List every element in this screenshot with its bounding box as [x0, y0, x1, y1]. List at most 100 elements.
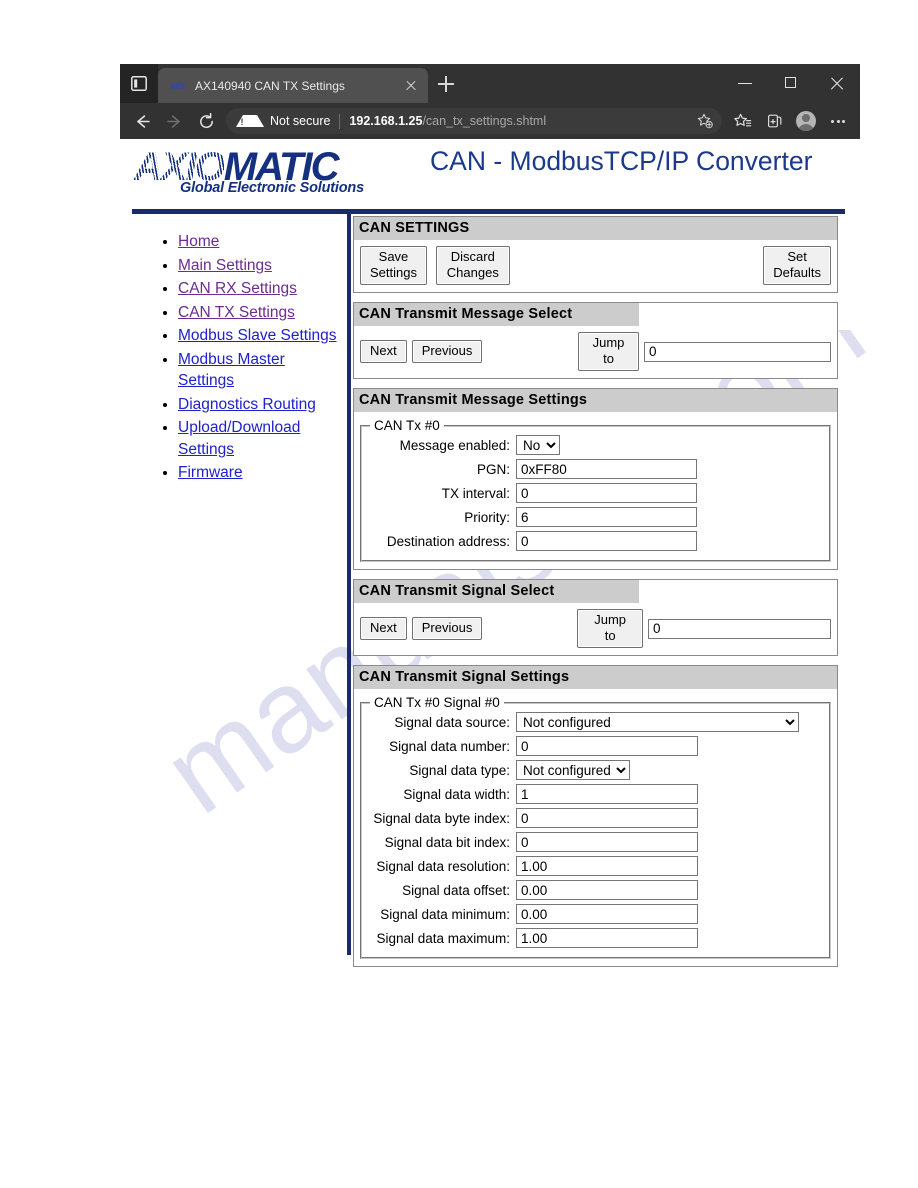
can-settings-body: Save Settings Discard Changes Set Defaul… — [354, 240, 837, 292]
axiomatic-logo: AXIOMATIC Global Electronic Solutions — [132, 147, 422, 199]
sidebar-item-main-settings[interactable]: Main Settings — [178, 257, 272, 274]
sidebar-item-upload-download-settings[interactable]: Upload/Download Settings — [178, 419, 300, 458]
pgn-input[interactable] — [516, 459, 697, 479]
url-text: 192.168.1.25/can_tx_settings.shtml — [349, 114, 694, 128]
list-item: Modbus Master Settings — [178, 349, 340, 392]
signal-data-source-select[interactable]: Not configured — [516, 712, 799, 732]
field-row-priority: Priority: — [370, 507, 821, 527]
message-enabled-select[interactable]: No — [516, 435, 560, 455]
field-row-signal-data-number: Signal data number: — [370, 736, 821, 756]
signal-jump-to-input[interactable] — [648, 618, 831, 639]
signal-jump-to-button[interactable]: Jump to — [577, 609, 643, 648]
message-select-body: Next Previous Jump to — [354, 326, 837, 378]
can-tx-message-settings-title: CAN Transmit Message Settings — [354, 389, 837, 412]
minimize-icon[interactable] — [722, 64, 768, 103]
priority-input[interactable] — [516, 507, 697, 527]
reload-icon[interactable] — [190, 105, 222, 137]
close-window-icon[interactable] — [814, 64, 860, 103]
message-jump-to-input[interactable] — [644, 341, 831, 362]
message-next-button[interactable]: Next — [360, 340, 407, 363]
signal-next-button[interactable]: Next — [360, 617, 407, 640]
avatar — [796, 111, 816, 131]
can-tx-0-signal-0-fieldset: CAN Tx #0 Signal #0 Signal data source: … — [360, 695, 831, 959]
can-tx-message-select-panel: CAN Transmit Message Select Next Previou… — [353, 302, 838, 379]
forward-arrow-icon[interactable] — [158, 105, 190, 137]
can-tx-0-fieldset: CAN Tx #0 Message enabled: No PGN: TX in… — [360, 418, 831, 562]
signal-data-resolution-input[interactable] — [516, 856, 698, 876]
field-row-signal-data-minimum: Signal data minimum: — [370, 904, 821, 924]
can-tx-message-select-title: CAN Transmit Message Select — [354, 303, 639, 326]
field-row-signal-data-bit-index: Signal data bit index: — [370, 832, 821, 852]
profile-avatar-icon[interactable] — [790, 105, 822, 137]
browser-tab[interactable]: AX140940 CAN TX Settings — [158, 68, 428, 103]
sidebar-item-can-tx-settings[interactable]: CAN TX Settings — [178, 304, 295, 321]
can-settings-panel: CAN SETTINGS Save Settings Discard Chang… — [353, 216, 838, 293]
signal-data-width-input[interactable] — [516, 784, 698, 804]
discard-changes-button[interactable]: Discard Changes — [435, 246, 510, 285]
sidebar-nav: Home Main Settings CAN RX Settings CAN T… — [160, 231, 340, 486]
list-item: Diagnostics Routing — [178, 394, 340, 416]
list-item: Upload/Download Settings — [178, 417, 340, 460]
security-status-label: Not secure — [270, 114, 331, 128]
label-signal-data-number: Signal data number: — [389, 738, 510, 754]
set-defaults-button[interactable]: Set Defaults — [763, 246, 831, 285]
list-item: Firmware — [178, 462, 340, 484]
sidebar-item-modbus-slave-settings[interactable]: Modbus Slave Settings — [178, 327, 337, 344]
label-signal-data-type: Signal data type: — [409, 762, 510, 778]
message-previous-button[interactable]: Previous — [411, 340, 483, 363]
sidebar-divider — [347, 211, 351, 955]
list-item: CAN RX Settings — [178, 278, 340, 300]
signal-data-maximum-input[interactable] — [516, 928, 698, 948]
tab-title: AX140940 CAN TX Settings — [195, 78, 345, 93]
more-options-icon[interactable] — [822, 105, 854, 137]
signal-data-number-input[interactable] — [516, 736, 698, 756]
list-item: Home — [178, 231, 340, 253]
tab-sidebar-icon[interactable] — [120, 64, 158, 103]
field-row-signal-data-width: Signal data width: — [370, 784, 821, 804]
field-row-signal-data-type: Signal data type: Not configured — [370, 760, 821, 780]
can-tx-0-signal-0-legend: CAN Tx #0 Signal #0 — [374, 695, 500, 710]
message-jump-to-button[interactable]: Jump to — [578, 332, 639, 371]
url-path: /can_tx_settings.shtml — [422, 114, 547, 128]
destination-address-input[interactable] — [516, 531, 697, 551]
address-bar[interactable]: Not secure 192.168.1.25/can_tx_settings.… — [226, 108, 722, 134]
signal-data-offset-input[interactable] — [516, 880, 698, 900]
omnibox-divider — [339, 113, 341, 129]
field-row-signal-data-resolution: Signal data resolution: — [370, 856, 821, 876]
logo-tagline: Global Electronic Solutions — [180, 180, 364, 196]
message-select-controls: Next Previous Jump to — [360, 332, 831, 371]
signal-previous-button[interactable]: Previous — [411, 617, 483, 640]
sidebar-item-diagnostics-routing[interactable]: Diagnostics Routing — [178, 396, 316, 413]
label-destination-address: Destination address: — [386, 533, 510, 549]
label-pgn: PGN: — [476, 461, 510, 477]
field-row-pgn: PGN: — [370, 459, 821, 479]
add-favorite-star-icon[interactable] — [694, 110, 716, 132]
signal-select-body: Next Previous Jump to — [354, 603, 837, 655]
sidebar-item-can-rx-settings[interactable]: CAN RX Settings — [178, 280, 297, 297]
field-row-signal-data-source: Signal data source: Not configured — [370, 712, 821, 732]
can-settings-title: CAN SETTINGS — [354, 217, 837, 240]
sidebar-item-modbus-master-settings[interactable]: Modbus Master Settings — [178, 351, 285, 390]
can-tx-signal-select-title: CAN Transmit Signal Select — [354, 580, 639, 603]
signal-data-byte-index-input[interactable] — [516, 808, 698, 828]
signal-data-bit-index-input[interactable] — [516, 832, 698, 852]
axiomatic-favicon-icon — [170, 78, 186, 94]
sidebar-item-firmware[interactable]: Firmware — [178, 464, 243, 481]
label-signal-data-maximum: Signal data maximum: — [376, 930, 510, 946]
collections-icon[interactable] — [758, 105, 790, 137]
save-settings-button[interactable]: Save Settings — [360, 246, 427, 285]
list-item: Modbus Slave Settings — [178, 325, 340, 347]
sidebar-item-home[interactable]: Home — [178, 233, 219, 250]
window-controls — [722, 64, 860, 103]
back-arrow-icon[interactable] — [126, 105, 158, 137]
signal-data-minimum-input[interactable] — [516, 904, 698, 924]
signal-data-type-select[interactable]: Not configured — [516, 760, 630, 780]
new-tab-button[interactable] — [435, 73, 457, 95]
label-priority: Priority: — [464, 509, 510, 525]
favorites-star-list-icon[interactable] — [726, 105, 758, 137]
close-tab-icon[interactable] — [402, 77, 420, 95]
browser-window: AX140940 CAN TX Settings ! Not secure 19… — [120, 64, 860, 139]
tx-interval-input[interactable] — [516, 483, 697, 503]
settings-panels: CAN SETTINGS Save Settings Discard Chang… — [353, 216, 838, 976]
maximize-icon[interactable] — [768, 64, 814, 103]
